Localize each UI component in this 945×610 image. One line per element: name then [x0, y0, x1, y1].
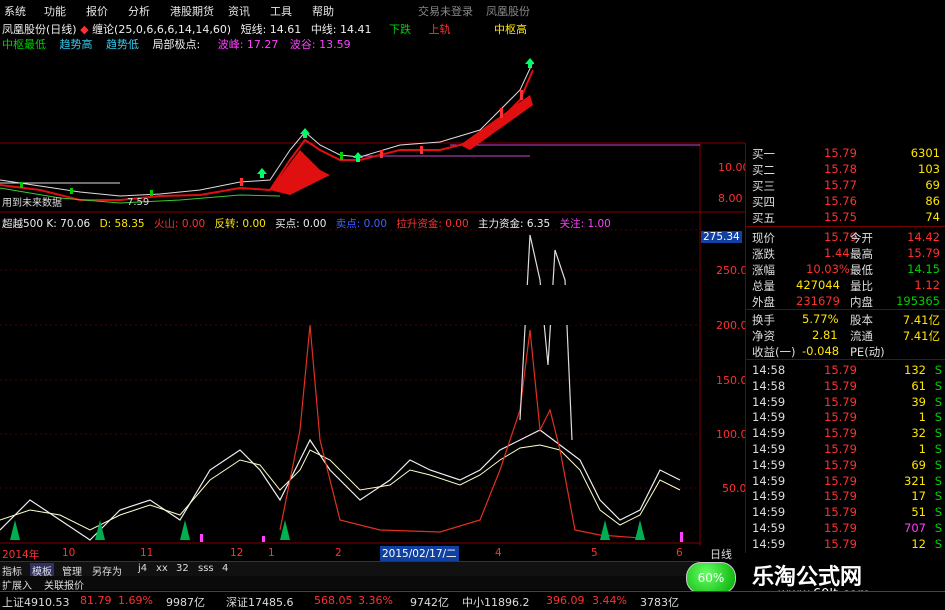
- date-label: 11: [140, 547, 154, 559]
- zx-index[interactable]: 中小11896.2: [462, 594, 530, 610]
- indicator-pull: 拉升资金: 0.00: [396, 218, 469, 230]
- tick-row: 14:59 15.79 1 S: [752, 410, 942, 425]
- tick-row: 14:59 15.79 1 S: [752, 442, 942, 456]
- expand-in-button[interactable]: 扩展入: [2, 577, 32, 592]
- tick-row: 14:59 15.79 17 S: [752, 489, 942, 504]
- zx-amount: 3783亿: [640, 596, 679, 609]
- tab-xx[interactable]: xx: [156, 563, 168, 574]
- stat-row: 涨跌 1.44 最高 15.79: [752, 246, 940, 261]
- tab-32[interactable]: 32: [176, 563, 189, 574]
- tick-row: 14:59 15.79 707 S: [752, 521, 942, 535]
- tab-j4[interactable]: j4: [138, 563, 147, 574]
- order-book-row: 买五 15.75 74: [752, 210, 940, 225]
- date-label: 10: [62, 547, 76, 559]
- stat-row: 总量 427044 量比 1.12: [752, 278, 940, 293]
- sh-amount: 9987亿: [166, 596, 205, 609]
- tick-row: 14:59 15.79 32 S: [752, 426, 942, 441]
- indicator-focus: 关注: 1.00: [559, 218, 611, 230]
- sh-pct: 1.69%: [118, 594, 153, 607]
- indicator-buy: 买点: 0.00: [275, 218, 327, 230]
- future-data-hint: 用到未来数据: [2, 198, 62, 209]
- indicator-main-fund: 主力资金: 6.35: [477, 218, 551, 230]
- stat-row: 换手 5.77% 股本 7.41亿: [752, 312, 940, 327]
- date-label: 5: [591, 547, 598, 559]
- index-status-bar: 上证4910.53 81.79 1.69% 9987亿 深证17485.6 56…: [0, 591, 945, 610]
- date-label: 12: [230, 547, 244, 559]
- date-axis: 2014年 10 11 12 1 2 2015/02/17/二 4 5 6: [0, 546, 700, 561]
- indicator-reverse: 反转: 0.00: [214, 218, 266, 230]
- related-quote-button[interactable]: 关联报价: [44, 577, 84, 592]
- date-label: 2014年: [2, 549, 40, 561]
- date-cursor: 2015/02/17/二: [380, 546, 459, 561]
- expand-bar: 扩展入 关联报价: [0, 576, 700, 592]
- indicator-axis-label: 250.0: [716, 264, 748, 277]
- price-axis-label: 8.00: [718, 192, 743, 205]
- indicator-k: K: 70.06: [46, 218, 91, 230]
- zx-pct: 3.44%: [592, 594, 627, 607]
- tick-row: 14:59 15.79 39 S: [752, 394, 942, 409]
- stat-row: 净资 2.81 流通 7.41亿: [752, 328, 940, 343]
- sz-index[interactable]: 深证17485.6: [226, 594, 294, 610]
- indicator-fire: 火山: 0.00: [153, 218, 206, 230]
- tab-4[interactable]: 4: [222, 563, 228, 574]
- date-label: 4: [495, 547, 502, 559]
- stat-row: 外盘 231679 内盘 195365: [752, 294, 940, 309]
- indicator-axis-label: 50.0: [722, 482, 747, 495]
- indicator-name[interactable]: 超越500: [2, 218, 43, 230]
- indicator-axis-label: 150.0: [716, 374, 748, 387]
- tick-row: 14:59 15.79 51 S: [752, 505, 942, 520]
- chart-canvas: [0, 0, 745, 546]
- indicator-d: D: 58.35: [99, 218, 145, 230]
- sh-change: 81.79: [80, 594, 112, 607]
- order-book-row: 买二 15.78 103: [752, 162, 940, 177]
- order-book-row: 买一 15.79 6301: [752, 146, 940, 161]
- quote-panel: 买一 15.79 6301 买二 15.78 103 买三 15.77 69 买四 15.76…: [745, 143, 945, 553]
- sz-change: 568.05: [314, 594, 353, 607]
- tab-sss[interactable]: sss: [198, 563, 214, 574]
- indicator-axis-label: 200.0: [716, 319, 748, 332]
- order-book-row: 买四 15.76 86: [752, 194, 940, 209]
- sz-amount: 9742亿: [410, 596, 449, 609]
- indicator-header: 超越500 K: 70.06 D: 58.35 火山: 0.00 反转: 0.0…: [2, 216, 611, 231]
- date-label: 2: [335, 547, 342, 559]
- sh-index[interactable]: 上证4910.53: [2, 594, 70, 610]
- date-label: 1: [268, 547, 275, 559]
- tick-row: 14:58 15.79 132 S: [752, 363, 942, 377]
- stat-row: 收益(一) -0.048 PE(动): [752, 344, 885, 359]
- date-label: 6: [676, 547, 683, 559]
- tick-row: 14:59 15.79 69 S: [752, 457, 942, 472]
- indicator-sell: 卖点: 0.00: [335, 218, 388, 230]
- zx-change: 396.09: [546, 594, 585, 607]
- tick-row: 14:59 15.79 12 S: [752, 536, 942, 551]
- tick-row: 14:59 15.79 321 S: [752, 473, 942, 488]
- chart-area[interactable]: [0, 0, 745, 546]
- order-book-row: 买三 15.77 69: [752, 178, 940, 193]
- indicator-tabs: 指标 模板 管理 另存为 j4 xx 32 sss 4: [0, 561, 700, 578]
- tick-row: 14:58 15.79 61 S: [752, 378, 942, 393]
- low-price-label: 7.59: [127, 197, 150, 208]
- sz-pct: 3.36%: [358, 594, 393, 607]
- indicator-axis-label: 100.0: [716, 428, 748, 441]
- progress-badge[interactable]: 60%: [686, 562, 736, 594]
- stat-row: 现价 15.79 今开 14.42: [752, 230, 940, 245]
- stat-row: 涨幅 10.03% 最低 14.15: [752, 262, 940, 277]
- indicator-max-label: 275.34: [701, 231, 742, 243]
- period-label[interactable]: 日线: [710, 546, 732, 562]
